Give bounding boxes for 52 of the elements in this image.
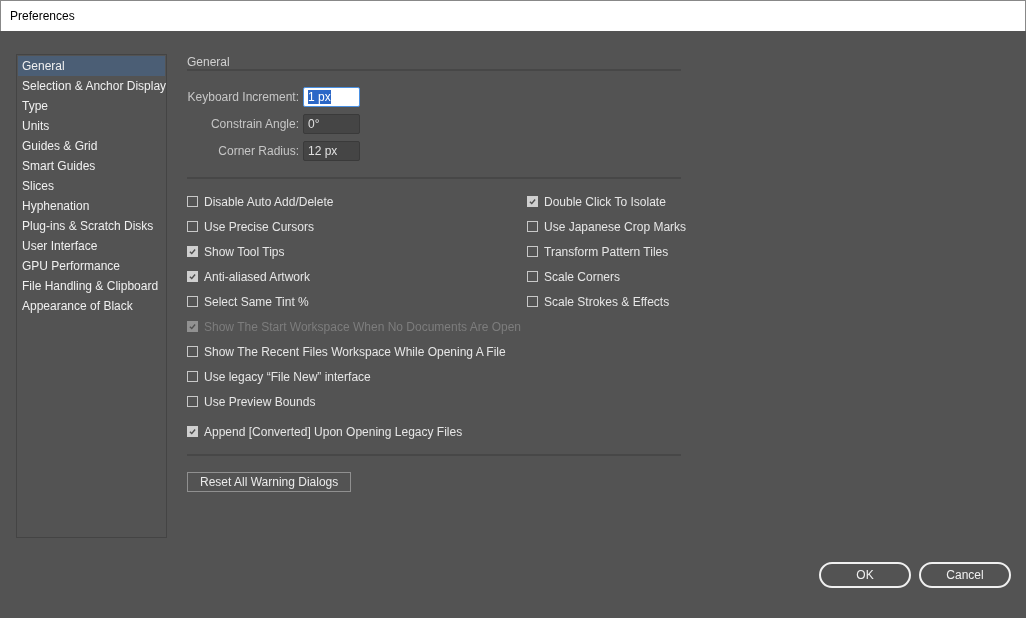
checkbox-label: Anti-aliased Artwork bbox=[204, 269, 311, 284]
section-title: General bbox=[187, 54, 231, 69]
sidebar-item[interactable]: Smart Guides bbox=[18, 156, 165, 176]
sidebar-item[interactable]: Plug-ins & Scratch Disks bbox=[18, 216, 165, 236]
checkbox[interactable] bbox=[187, 221, 198, 232]
checkbox[interactable] bbox=[187, 296, 198, 307]
checkbox-label: Select Same Tint % bbox=[204, 294, 309, 309]
sidebar-item[interactable]: Units bbox=[18, 116, 165, 136]
checkbox-label: Use Precise Cursors bbox=[204, 219, 315, 234]
sidebar-item[interactable]: File Handling & Clipboard bbox=[18, 276, 165, 296]
field-label: Corner Radius: bbox=[217, 144, 300, 158]
checkbox-label: Scale Strokes & Effects bbox=[544, 294, 670, 309]
checkbox-label: Append [Converted] Upon Opening Legacy Files bbox=[204, 424, 463, 439]
sidebar-item[interactable]: Guides & Grid bbox=[18, 136, 165, 156]
field-label: Constrain Angle: bbox=[209, 117, 300, 131]
reset-warning-dialogs-button[interactable]: Reset All Warning Dialogs bbox=[187, 472, 352, 492]
sidebar-item[interactable]: Type bbox=[18, 96, 165, 116]
sidebar-item[interactable]: Hyphenation bbox=[18, 196, 165, 216]
checkbox-label: Use Japanese Crop Marks bbox=[544, 219, 687, 234]
input-field[interactable]: 12 px bbox=[303, 141, 360, 161]
checkbox-label: Show Tool Tips bbox=[204, 244, 285, 259]
checkbox-label: Transform Pattern Tiles bbox=[544, 244, 669, 259]
checkbox[interactable] bbox=[187, 371, 198, 382]
checkbox[interactable] bbox=[187, 426, 198, 437]
window-title: Preferences bbox=[10, 9, 75, 23]
ok-button[interactable]: OK bbox=[819, 562, 911, 588]
checkbox-label: Disable Auto Add/Delete bbox=[204, 194, 334, 209]
input-field[interactable]: 1 px bbox=[303, 87, 360, 107]
checkbox[interactable] bbox=[187, 396, 198, 407]
sidebar-item[interactable]: Appearance of Black bbox=[18, 296, 165, 316]
checkbox[interactable] bbox=[527, 271, 538, 282]
checkbox-label: Use legacy “File New” interface bbox=[204, 369, 371, 384]
cancel-button[interactable]: Cancel bbox=[919, 562, 1011, 588]
checkbox[interactable] bbox=[187, 246, 198, 257]
sidebar-item[interactable]: Slices bbox=[18, 176, 165, 196]
input-field[interactable]: 0° bbox=[303, 114, 360, 134]
checkbox[interactable] bbox=[187, 346, 198, 357]
checkbox[interactable] bbox=[187, 271, 198, 282]
sidebar-item[interactable]: General bbox=[18, 56, 165, 76]
checkbox[interactable] bbox=[187, 196, 198, 207]
checkbox-label: Double Click To Isolate bbox=[544, 194, 666, 209]
sidebar-item[interactable]: GPU Performance bbox=[18, 256, 165, 276]
checkbox[interactable] bbox=[527, 196, 538, 207]
checkbox-label: Scale Corners bbox=[544, 269, 621, 284]
checkbox[interactable] bbox=[527, 296, 538, 307]
checkbox-label: Show The Recent Files Workspace While Opening A File bbox=[204, 344, 506, 359]
checkbox-label: Use Preview Bounds bbox=[204, 394, 316, 409]
sidebar-item[interactable]: Selection & Anchor Display bbox=[18, 76, 165, 96]
field-label: Keyboard Increment: bbox=[187, 90, 300, 104]
checkbox[interactable] bbox=[527, 221, 538, 232]
checkbox[interactable] bbox=[527, 246, 538, 257]
sidebar-item[interactable]: User Interface bbox=[18, 236, 165, 256]
